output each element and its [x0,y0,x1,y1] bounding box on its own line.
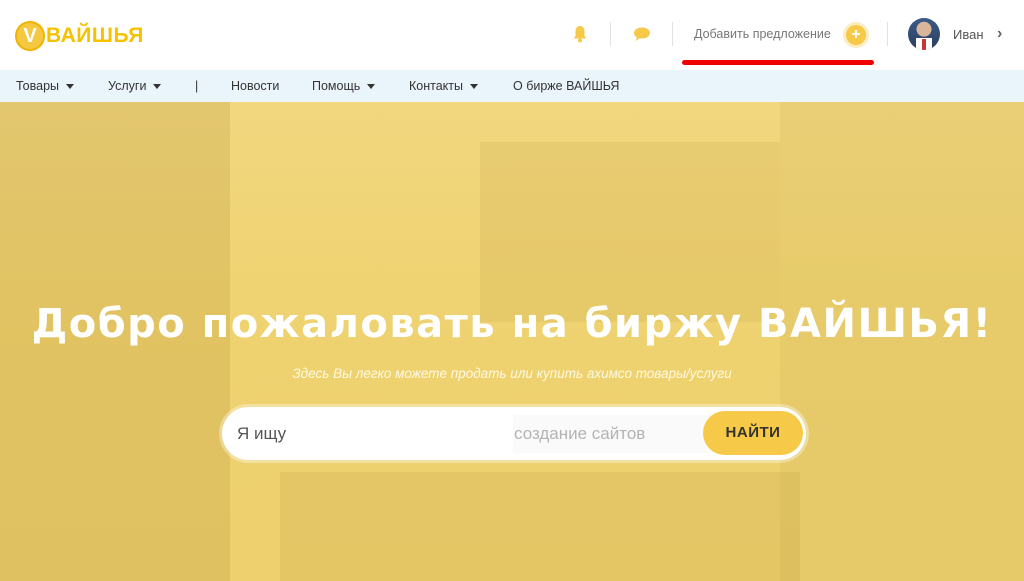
search-bar: Я ищу НАЙТИ [222,407,806,460]
nav-item-contacts[interactable]: Контакты [409,79,478,93]
logo-v-icon: V [15,21,45,51]
caret-down-icon [367,83,376,89]
nav-item-news[interactable]: Новости [231,79,279,93]
main-nav: Товары Услуги | Новости Помощь Контакты … [0,70,1024,102]
hero-banner: Добро пожаловать на биржу ВАЙШЬЯ! Здесь … [0,102,1024,581]
top-header: V ВАЙШЬЯ Добавить предложение + Иван › [0,0,1024,70]
nav-item-label: Контакты [409,79,463,93]
user-name[interactable]: Иван [953,27,984,42]
hero-bg-shade [280,472,800,581]
header-divider [610,22,611,46]
nav-separator-text: | [195,79,199,93]
chat-icon[interactable] [632,24,652,44]
caret-down-icon [66,83,74,89]
hero-bg-shade [480,142,780,322]
logo-text: ВАЙШЬЯ [46,24,144,47]
chevron-right-icon[interactable]: › [997,25,1002,43]
add-offer-link[interactable]: Добавить предложение [694,27,831,41]
plus-icon[interactable]: + [846,25,866,45]
site-logo[interactable]: V ВАЙШЬЯ [15,20,144,52]
header-divider [672,22,673,46]
caret-down-icon [153,83,162,89]
nav-item-label: О бирже ВАЙШЬЯ [513,79,620,93]
nav-item-label: Новости [231,79,280,93]
avatar-tie [922,39,926,50]
nav-item-products[interactable]: Товары [16,79,74,93]
search-prefix-label: Я ищу [237,424,287,443]
search-button[interactable]: НАЙТИ [703,411,803,455]
nav-item-services[interactable]: Услуги [108,79,162,93]
header-divider [887,22,888,46]
nav-item-about[interactable]: О бирже ВАЙШЬЯ [513,79,619,93]
annotation-underline [682,60,874,65]
nav-item-label: Услуги [108,79,147,93]
nav-item-help[interactable]: Помощь [312,79,376,93]
nav-item-label: Помощь [312,79,361,93]
bell-icon[interactable] [570,24,590,44]
caret-down-icon [470,83,478,89]
avatar[interactable] [908,18,940,50]
nav-item-label: Товары [16,79,59,93]
hero-subtitle: Здесь Вы легко можете продать или купить… [292,366,732,381]
hero-title: Добро пожаловать на биржу ВАЙШЬЯ! [31,301,993,347]
nav-separator: | [195,79,198,93]
